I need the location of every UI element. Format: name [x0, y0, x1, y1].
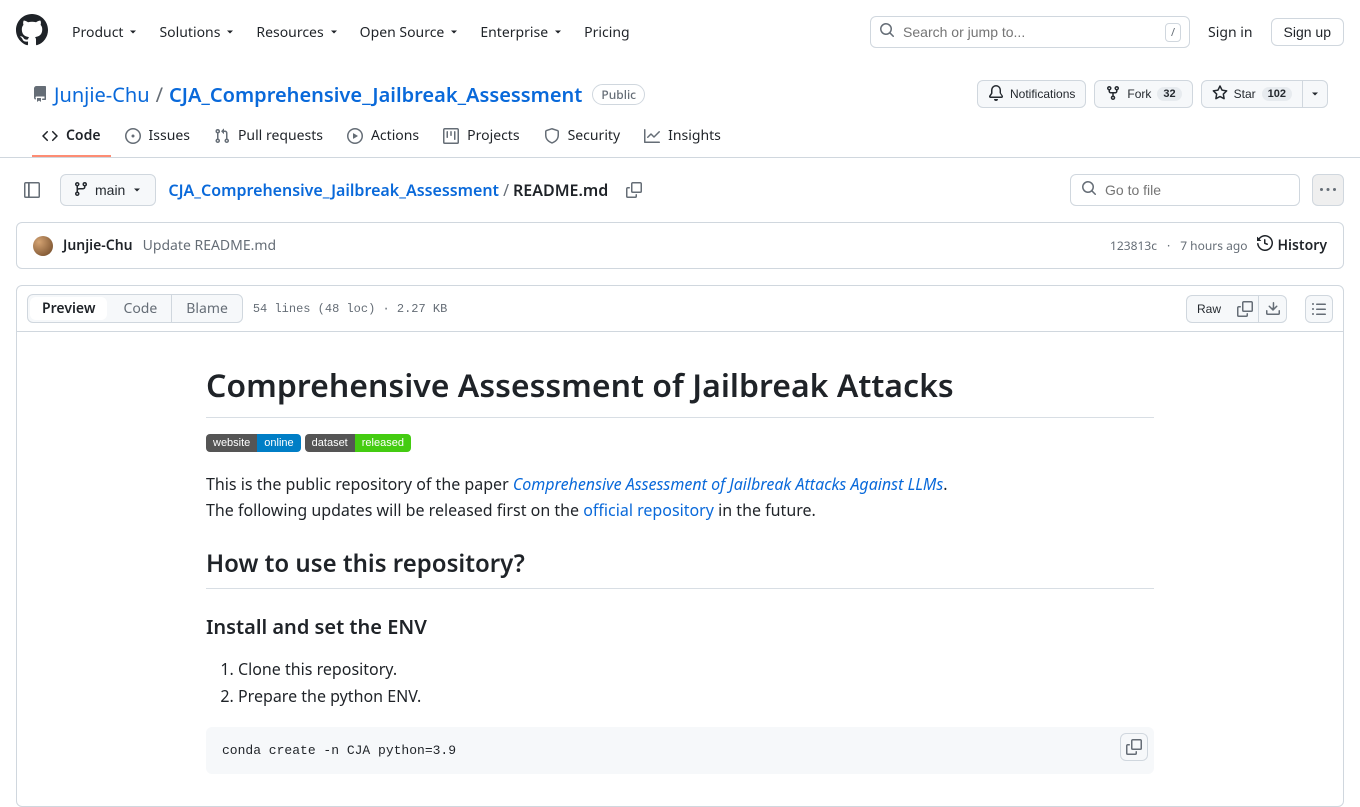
sign-up-button[interactable]: Sign up: [1271, 18, 1344, 46]
official-repo-link[interactable]: official repository: [583, 499, 714, 521]
star-icon: [1212, 85, 1228, 104]
nav-product[interactable]: Product: [64, 17, 147, 48]
history-icon: [1257, 235, 1273, 256]
play-icon: [347, 128, 363, 144]
nav-solutions[interactable]: Solutions: [151, 17, 244, 48]
breadcrumb: CJA_Comprehensive_Jailbreak_Assessment /…: [168, 179, 608, 201]
breadcrumb-file: README.md: [513, 179, 608, 201]
nav-open-source[interactable]: Open Source: [352, 17, 469, 48]
copy-path-button[interactable]: [620, 176, 648, 204]
sign-in-link[interactable]: Sign in: [1198, 17, 1262, 48]
latest-commit: Junjie-Chu Update README.md 123813c · 7 …: [16, 222, 1344, 269]
fork-button[interactable]: Fork 32: [1094, 80, 1192, 108]
branch-icon: [73, 181, 89, 200]
notifications-button[interactable]: Notifications: [977, 80, 1086, 108]
tab-security[interactable]: Security: [534, 116, 631, 157]
download-button[interactable]: [1259, 295, 1287, 323]
search-icon: [1081, 180, 1097, 201]
tab-insights[interactable]: Insights: [634, 116, 731, 157]
breadcrumb-root[interactable]: CJA_Comprehensive_Jailbreak_Assessment: [168, 179, 499, 201]
code-icon: [42, 128, 58, 144]
star-button[interactable]: Star 102: [1201, 80, 1303, 108]
commit-sha[interactable]: 123813c: [1110, 237, 1157, 254]
sidebar-toggle[interactable]: [16, 174, 48, 206]
step-1: Clone this repository.: [238, 656, 1154, 683]
issues-icon: [125, 128, 141, 144]
owner-link[interactable]: Junjie-Chu: [54, 81, 150, 108]
readme-h3: Install and set the ENV: [206, 613, 1154, 640]
paper-link[interactable]: Comprehensive Assessment of Jailbreak At…: [513, 473, 943, 495]
file-meta: 54 lines (48 loc) · 2.27 KB: [253, 302, 447, 316]
global-search[interactable]: /: [870, 16, 1190, 48]
star-count: 102: [1262, 87, 1292, 101]
path-separator: /: [156, 81, 163, 108]
raw-button[interactable]: Raw: [1186, 295, 1231, 323]
branch-button[interactable]: main: [60, 174, 156, 206]
search-input[interactable]: [903, 24, 1157, 40]
pr-icon: [214, 128, 230, 144]
badge-website[interactable]: websiteonline: [206, 434, 301, 452]
project-icon: [443, 128, 459, 144]
tab-actions[interactable]: Actions: [337, 116, 429, 157]
badge-dataset[interactable]: datasetreleased: [305, 434, 411, 452]
nav-resources[interactable]: Resources: [248, 17, 347, 48]
avatar[interactable]: [33, 236, 53, 256]
tab-blame[interactable]: Blame: [172, 295, 242, 322]
copy-code-button[interactable]: [1120, 733, 1148, 761]
search-kbd: /: [1165, 23, 1181, 42]
commit-time: 7 hours ago: [1180, 237, 1247, 254]
fork-icon: [1105, 85, 1121, 104]
repo-link[interactable]: CJA_Comprehensive_Jailbreak_Assessment: [169, 81, 582, 108]
more-button[interactable]: [1312, 174, 1344, 206]
go-to-file[interactable]: [1070, 174, 1300, 206]
star-dropdown[interactable]: [1303, 80, 1328, 108]
fork-count: 32: [1157, 87, 1181, 101]
tab-preview[interactable]: Preview: [30, 297, 107, 320]
step-2: Prepare the python ENV.: [238, 683, 1154, 710]
nav-pricing[interactable]: Pricing: [576, 17, 637, 48]
view-mode-tabs: Preview Code Blame: [27, 294, 243, 323]
tab-pull-requests[interactable]: Pull requests: [204, 116, 333, 157]
readme-content: Comprehensive Assessment of Jailbreak At…: [174, 332, 1186, 806]
bell-icon: [988, 85, 1004, 104]
search-icon: [879, 22, 895, 43]
history-link[interactable]: History: [1257, 235, 1327, 256]
outline-button[interactable]: [1305, 295, 1333, 323]
tab-projects[interactable]: Projects: [433, 116, 529, 157]
code-block: conda create -n CJA python=3.9: [206, 727, 1154, 774]
go-to-file-input[interactable]: [1105, 182, 1289, 198]
readme-title: Comprehensive Assessment of Jailbreak At…: [206, 364, 1154, 418]
copy-raw-button[interactable]: [1231, 295, 1259, 323]
readme-h2: How to use this repository?: [206, 547, 1154, 589]
shield-icon: [544, 128, 560, 144]
repo-icon: [32, 81, 48, 108]
github-logo[interactable]: [16, 14, 48, 51]
nav-enterprise[interactable]: Enterprise: [472, 17, 572, 48]
tab-issues[interactable]: Issues: [115, 116, 200, 157]
tab-code-view[interactable]: Code: [109, 295, 171, 322]
tab-code[interactable]: Code: [32, 116, 111, 157]
commit-message[interactable]: Update README.md: [143, 236, 277, 255]
graph-icon: [644, 128, 660, 144]
visibility-label: Public: [592, 84, 645, 105]
commit-author[interactable]: Junjie-Chu: [63, 236, 133, 255]
